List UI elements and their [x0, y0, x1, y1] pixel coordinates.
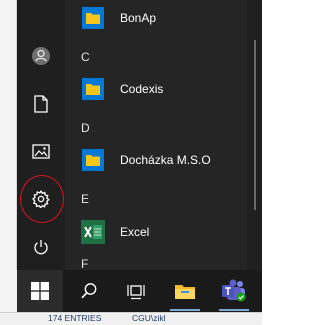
settings-button[interactable]	[17, 179, 65, 219]
teams-icon	[222, 279, 246, 302]
power-icon	[34, 240, 48, 255]
excel-icon	[81, 220, 105, 244]
active-indicator	[170, 309, 200, 311]
background-window	[0, 0, 17, 325]
letter-label: F	[81, 257, 89, 270]
documents-button[interactable]	[17, 84, 65, 124]
app-item-excel[interactable]: Excel	[65, 213, 247, 251]
current-path: CGU\zikl	[132, 313, 166, 323]
app-item-codexis[interactable]: Codexis	[65, 70, 247, 108]
search-button[interactable]	[66, 270, 112, 312]
folder-icon	[81, 148, 105, 172]
task-view-icon	[127, 285, 145, 300]
app-label: BonAp	[120, 11, 157, 25]
pictures-icon	[32, 143, 50, 159]
letter-label: E	[81, 192, 90, 206]
letter-header-f[interactable]: F	[65, 256, 247, 270]
app-item-bonap[interactable]: BonAp	[65, 0, 247, 37]
letter-header-e[interactable]: E	[65, 184, 247, 214]
task-view-button[interactable]	[113, 270, 159, 312]
documents-icon	[34, 95, 48, 113]
app-label: Codexis	[120, 82, 164, 96]
file-explorer-button[interactable]	[162, 270, 208, 312]
folder-icon	[81, 6, 105, 30]
letter-label: D	[81, 121, 90, 135]
teams-button[interactable]	[211, 270, 257, 312]
pictures-button[interactable]	[17, 131, 65, 171]
start-button[interactable]	[17, 270, 63, 312]
file-explorer-icon	[175, 285, 195, 299]
settings-gear-icon	[32, 190, 50, 208]
user-avatar-icon	[32, 47, 50, 65]
app-item-dochazka[interactable]: Docházka M.S.O	[65, 141, 247, 179]
letter-header-c[interactable]: C	[65, 42, 247, 72]
folder-icon	[81, 77, 105, 101]
letter-label: C	[81, 50, 90, 64]
app-list: BonAp C Codexis D Docházka M.S.O E Excel…	[65, 0, 262, 270]
status-bar	[0, 312, 262, 325]
scrollbar-thumb[interactable]	[254, 40, 256, 210]
user-account-button[interactable]	[17, 36, 65, 76]
app-label: Excel	[120, 225, 150, 239]
letter-header-d[interactable]: D	[65, 113, 247, 143]
search-icon	[81, 283, 97, 299]
power-button[interactable]	[17, 227, 65, 267]
windows-start-icon	[31, 282, 49, 300]
app-label: Docházka M.S.O	[120, 153, 211, 167]
running-indicator	[219, 309, 249, 311]
entries-count: 174 ENTRIES	[48, 313, 102, 323]
